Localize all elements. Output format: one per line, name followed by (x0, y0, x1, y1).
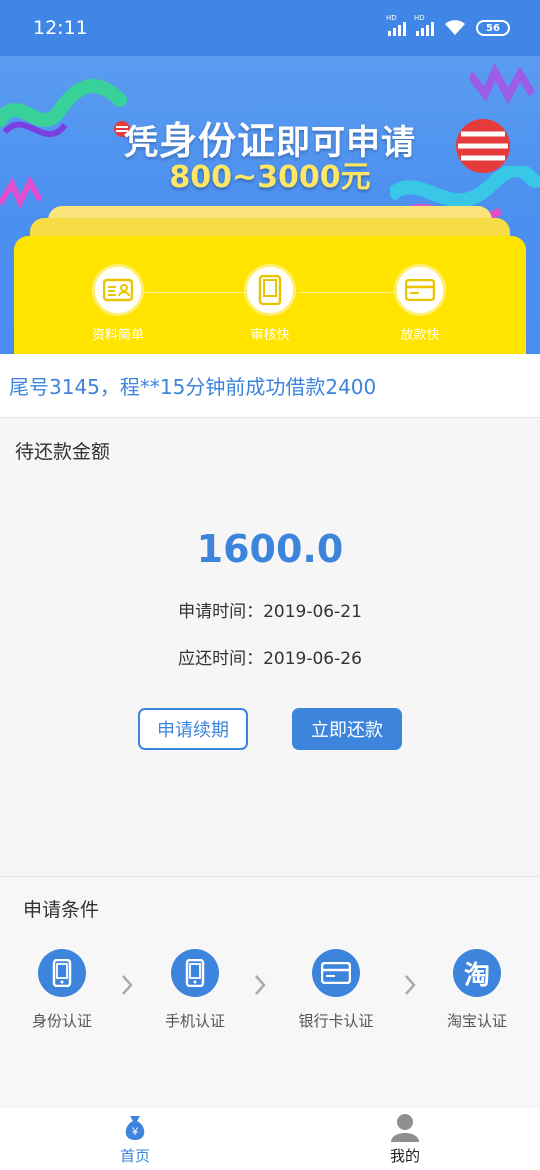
bottom-nav: ¥ 首页 我的 (0, 1108, 540, 1170)
apply-date: 申请时间：2019-06-21 (178, 602, 362, 622)
wifi-icon (445, 20, 465, 35)
bank-card-icon (394, 264, 446, 316)
condition-bank-card-auth[interactable]: 银行卡认证 (286, 949, 386, 1031)
condition-phone-auth[interactable]: 手机认证 (145, 949, 245, 1031)
tablet-icon (244, 264, 296, 316)
chevron-right-icon (255, 975, 266, 995)
condition-label: 手机认证 (164, 1012, 225, 1030)
hd-badge: HD (414, 14, 425, 22)
chevron-right-icon (405, 975, 416, 995)
nav-mine-label: 我的 (389, 1147, 420, 1165)
condition-label: 淘宝认证 (446, 1012, 507, 1030)
chevron-right-icon (122, 975, 133, 995)
feature-label: 审核快 (250, 328, 290, 343)
feature-simple-docs: 资料简单 (63, 264, 173, 343)
feature-fast-review: 审核快 (215, 264, 325, 343)
repayment-title: 待还款金额 (15, 441, 111, 463)
money-bag-icon: ¥ (125, 1116, 145, 1140)
condition-taobao-auth[interactable]: 淘 淘宝认证 (427, 949, 527, 1031)
renew-button[interactable]: 申请续期 (138, 708, 248, 750)
feature-label: 放款快 (400, 328, 440, 343)
signal-icon: HD (386, 14, 406, 36)
battery-icon: 56 (476, 20, 510, 36)
feature-fast-payout: 放款快 (365, 264, 475, 343)
banner-amount: 800~3000元 (169, 160, 371, 195)
hd-badge: HD (386, 14, 397, 22)
loan-ticker: 尾号3145，程**15分钟前成功借款2400 (0, 354, 540, 418)
ticker-text: 尾号3145，程**15分钟前成功借款2400 (9, 375, 377, 399)
taobao-icon: 淘 (453, 949, 501, 997)
condition-label: 银行卡认证 (298, 1012, 374, 1030)
status-icons: HD HD 56 (386, 14, 510, 36)
phone-icon (171, 949, 219, 997)
nav-home-label: 首页 (119, 1147, 150, 1165)
conditions-title: 申请条件 (23, 899, 100, 921)
ribbon-right-decoration (470, 64, 536, 105)
nav-home[interactable]: ¥ 首页 (0, 1108, 270, 1170)
phone-icon (38, 949, 86, 997)
taobao-glyph: 淘 (463, 960, 490, 991)
condition-id-auth[interactable]: 身份认证 (12, 949, 112, 1031)
repayment-section: 待还款金额 1600.0 申请时间：2019-06-21 应还时间：2019-0… (0, 419, 540, 876)
bank-card-icon (312, 949, 360, 997)
due-date: 应还时间：2019-06-26 (178, 649, 362, 669)
application-conditions: 申请条件 身份认证 手机认证 银行卡认证 淘 淘宝认证 (0, 876, 540, 1108)
id-card-icon (92, 264, 144, 316)
repay-now-button[interactable]: 立即还款 (292, 708, 402, 750)
feature-label: 资料简单 (91, 328, 144, 343)
nav-mine[interactable]: 我的 (270, 1108, 540, 1170)
battery-level: 56 (486, 22, 500, 34)
condition-label: 身份认证 (31, 1012, 92, 1030)
promo-banner[interactable]: 凭身份证即可申请 800~3000元 资料简单 审核快 放款快 (0, 56, 540, 354)
signal-icon: HD (414, 14, 434, 36)
repayment-amount: 1600.0 (196, 527, 344, 571)
status-bar: 12:11 HD HD 56 (0, 0, 540, 56)
money-bag-symbol: ¥ (131, 1126, 139, 1138)
status-time: 12:11 (33, 17, 88, 39)
person-icon (391, 1114, 419, 1142)
